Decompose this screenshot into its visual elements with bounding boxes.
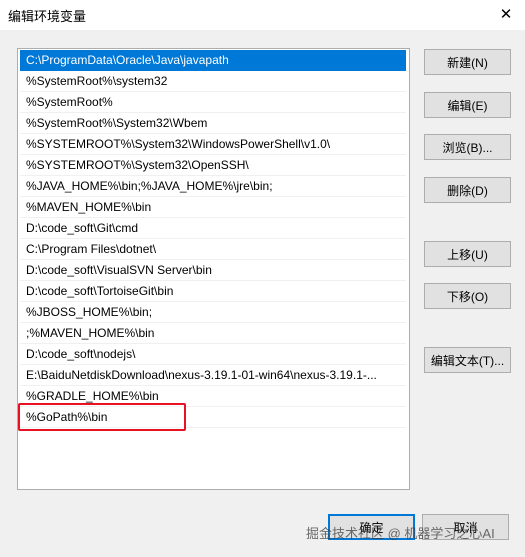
list-item[interactable]: %SystemRoot%\system32 [20,71,406,92]
list-item[interactable]: C:\ProgramData\Oracle\Java\javapath [20,50,406,71]
list-item[interactable]: %MAVEN_HOME%\bin [20,197,406,218]
list-item[interactable]: C:\Program Files\dotnet\ [20,239,406,260]
ok-button[interactable]: 确定 [328,514,415,540]
list-item[interactable]: %SystemRoot% [20,92,406,113]
list-item[interactable]: %SystemRoot%\System32\Wbem [20,113,406,134]
window-title: 编辑环境变量 [8,9,87,24]
list-item[interactable]: ;%MAVEN_HOME%\bin [20,323,406,344]
close-button[interactable]: ✕ [493,2,519,26]
title-bar: 编辑环境变量 ✕ [0,0,525,30]
list-item[interactable]: %GRADLE_HOME%\bin [20,386,406,407]
list-item[interactable]: E:\BaiduNetdiskDownload\nexus-3.19.1-01-… [20,365,406,386]
new-button[interactable]: 新建(N) [424,49,511,75]
list-item[interactable]: %SYSTEMROOT%\System32\WindowsPowerShell\… [20,134,406,155]
close-icon: ✕ [499,6,513,23]
move-down-button[interactable]: 下移(O) [424,283,511,309]
list-item[interactable]: D:\code_soft\TortoiseGit\bin [20,281,406,302]
list-item[interactable]: %SYSTEMROOT%\System32\OpenSSH\ [20,155,406,176]
edit-text-button[interactable]: 编辑文本(T)... [424,347,511,373]
move-up-button[interactable]: 上移(U) [424,241,511,267]
browse-button[interactable]: 浏览(B)... [424,134,511,160]
list-item[interactable]: D:\code_soft\VisualSVN Server\bin [20,260,406,281]
list-item[interactable]: %JAVA_HOME%\bin;%JAVA_HOME%\jre\bin; [20,176,406,197]
list-item[interactable]: D:\code_soft\Git\cmd [20,218,406,239]
list-item[interactable]: %JBOSS_HOME%\bin; [20,302,406,323]
list-item[interactable]: %GoPath%\bin [20,407,406,428]
edit-button[interactable]: 编辑(E) [424,92,511,118]
cancel-button[interactable]: 取消 [422,514,509,540]
path-listbox[interactable]: C:\ProgramData\Oracle\Java\javapath %Sys… [17,48,410,490]
list-item[interactable]: D:\code_soft\nodejs\ [20,344,406,365]
delete-button[interactable]: 删除(D) [424,177,511,203]
